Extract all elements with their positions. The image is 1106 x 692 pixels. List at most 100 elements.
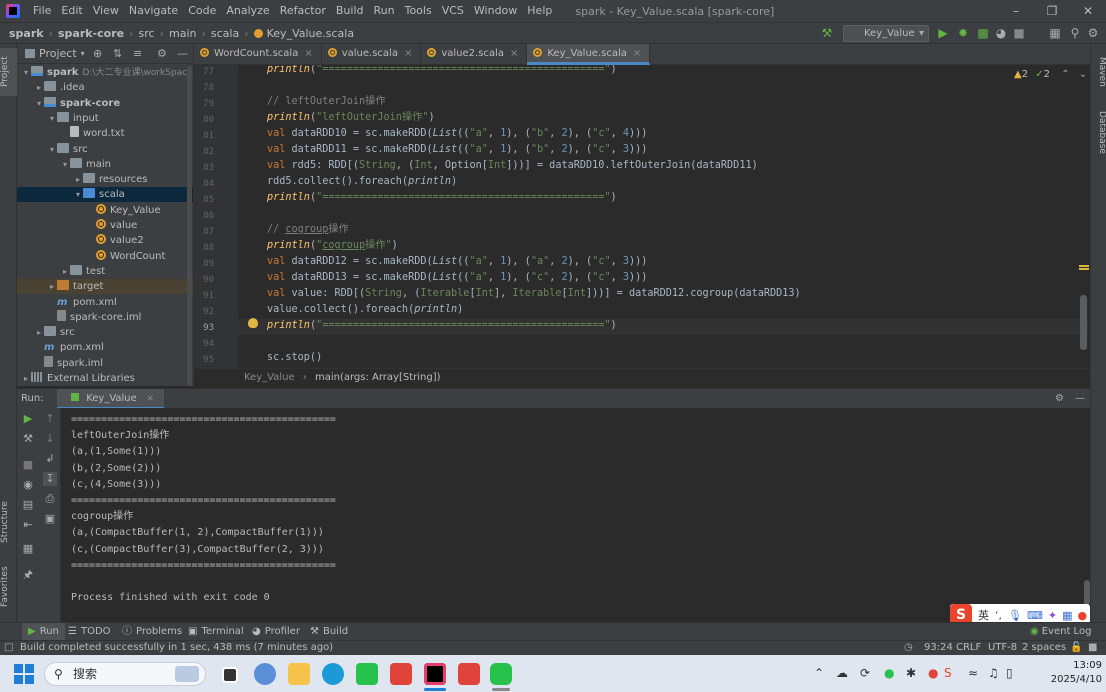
wifi-icon[interactable]: ≈: [968, 666, 978, 680]
soft-wrap-icon[interactable]: ↲: [43, 452, 57, 466]
tree-item[interactable]: ▸ External Libraries: [17, 371, 193, 386]
hide-panel-icon[interactable]: —: [1075, 389, 1085, 409]
tool-tab-todo[interactable]: ☰ TODO: [68, 623, 111, 641]
more-icon[interactable]: ●: [1077, 609, 1087, 622]
menu-analyze[interactable]: Analyze: [221, 0, 274, 22]
tree-item[interactable]: ▸ resources: [17, 172, 193, 187]
wechat-work-icon[interactable]: [356, 663, 378, 685]
menu-edit[interactable]: Edit: [56, 0, 87, 22]
menu-vcs[interactable]: VCS: [437, 0, 469, 22]
breadcrumb-object[interactable]: Key_Value: [244, 372, 295, 383]
chevron-right-icon[interactable]: ▸: [34, 80, 44, 95]
tree-item[interactable]: Key_Value: [17, 203, 193, 218]
wps-tray-icon[interactable]: ●: [928, 666, 938, 680]
chevron-down-icon[interactable]: ▾: [34, 96, 44, 111]
minimize-icon[interactable]: –: [998, 0, 1034, 22]
menu-help[interactable]: Help: [522, 0, 557, 22]
tree-item[interactable]: m pom.xml: [17, 340, 193, 355]
tree-item[interactable]: ▸ test: [17, 264, 193, 279]
menu-tools[interactable]: Tools: [400, 0, 437, 22]
editor-tab-key-value[interactable]: Key_Value.scala ×: [527, 44, 651, 65]
exit-icon[interactable]: ⇤: [21, 518, 35, 532]
breadcrumb-src[interactable]: src: [136, 27, 158, 40]
breadcrumb-scala[interactable]: scala: [208, 27, 242, 40]
run-icon[interactable]: ▶: [936, 26, 950, 40]
run-tab-key-value[interactable]: Key_Value ×: [57, 389, 165, 409]
pin-icon[interactable]: 🖈: [21, 568, 35, 582]
next-highlight-icon[interactable]: ⌄: [1079, 69, 1087, 80]
close-tab-icon[interactable]: ×: [404, 48, 412, 59]
status-message[interactable]: Build completed successfully in 1 sec, 4…: [20, 641, 333, 655]
coverage-icon[interactable]: ▩: [976, 26, 990, 40]
run-configuration-select[interactable]: Key_Value ▾: [843, 25, 929, 42]
indent-setting[interactable]: 2 spaces: [1022, 641, 1066, 655]
breadcrumb-project[interactable]: spark: [6, 27, 47, 40]
battery-icon[interactable]: ▯: [1006, 666, 1013, 680]
menu-run[interactable]: Run: [369, 0, 400, 22]
tool-tab-run[interactable]: ▶ Run: [22, 623, 65, 641]
layout-icon[interactable]: ▦: [21, 542, 35, 556]
tree-item[interactable]: ▸ src: [17, 325, 193, 340]
up-arrow-icon[interactable]: ↑: [43, 412, 57, 426]
file-encoding[interactable]: UTF-8: [988, 641, 1017, 655]
lightbulb-icon[interactable]: [248, 318, 258, 328]
tree-item[interactable]: ▾ spark-core: [17, 96, 193, 111]
settings-app-icon[interactable]: [254, 663, 276, 685]
keyboard-icon[interactable]: ⌨: [1027, 609, 1043, 622]
lock-icon[interactable]: 🔓: [1070, 641, 1082, 655]
tray-overflow-icon[interactable]: ⌃: [814, 666, 824, 680]
tool-tab-profiler[interactable]: ◕ Profiler: [252, 623, 300, 641]
taskbar-clock[interactable]: 13:09 2025/4/10: [1028, 659, 1102, 687]
editor-tab-wordcount[interactable]: WordCount.scala ×: [194, 44, 322, 65]
breadcrumb-file[interactable]: Key_Value.scala: [251, 27, 357, 40]
ime-tray-icon[interactable]: S: [944, 666, 952, 680]
editor-tab-value2[interactable]: value2.scala ×: [421, 44, 528, 65]
down-arrow-icon[interactable]: ↓: [43, 432, 57, 446]
intellij-idea-icon[interactable]: [424, 663, 446, 685]
tool-tab-project[interactable]: Project: [0, 48, 17, 96]
wps-office-icon[interactable]: [390, 663, 412, 685]
previous-highlight-icon[interactable]: ⌃: [1061, 69, 1069, 80]
menu-build[interactable]: Build: [331, 0, 369, 22]
menu-navigate[interactable]: Navigate: [124, 0, 183, 22]
volume-icon[interactable]: ♫: [988, 666, 999, 680]
tool-tab-terminal[interactable]: ▣ Terminal: [188, 623, 244, 641]
menu-refactor[interactable]: Refactor: [275, 0, 331, 22]
tool-tab-maven[interactable]: Maven: [1091, 52, 1106, 92]
taskbar-search[interactable]: ⚲ 搜索: [44, 662, 206, 686]
inspection-widget[interactable]: ▲2 ✓2 ⌃ ⌄: [1014, 69, 1087, 80]
chevron-right-icon[interactable]: ▸: [60, 264, 70, 279]
print-icon[interactable]: ⎙: [43, 492, 57, 506]
toolbox-icon[interactable]: ▦: [1062, 609, 1072, 622]
tool-tab-favorites[interactable]: Favorites: [0, 562, 17, 612]
editor-tab-value[interactable]: value.scala ×: [322, 44, 422, 65]
line-separator[interactable]: CRLF: [956, 641, 981, 655]
tree-item[interactable]: ▾ src: [17, 142, 193, 157]
camera-icon[interactable]: ◉: [21, 478, 35, 492]
wps-writer-icon[interactable]: [458, 663, 480, 685]
chevron-down-icon[interactable]: ▾: [47, 111, 57, 126]
microphone-icon[interactable]: 🎙: [1008, 609, 1022, 622]
restore-icon[interactable]: ❐: [1034, 0, 1070, 22]
chevron-down-icon[interactable]: ▾: [73, 187, 83, 202]
wrench-icon[interactable]: ⚒: [21, 432, 35, 446]
chevron-down-icon[interactable]: ▾: [60, 157, 70, 172]
tool-tab-structure[interactable]: Structure: [0, 494, 17, 550]
tool-tab-problems[interactable]: ⓘ Problems: [122, 623, 182, 641]
close-icon[interactable]: ✕: [1070, 0, 1106, 22]
tree-item[interactable]: value2: [17, 233, 193, 248]
close-tab-icon[interactable]: ×: [633, 48, 641, 59]
chevron-right-icon[interactable]: ▸: [21, 371, 31, 386]
expand-all-icon[interactable]: ⇅: [113, 47, 122, 60]
scroll-to-end-icon[interactable]: ↧: [43, 472, 57, 486]
bluetooth-icon[interactable]: ✱: [906, 666, 916, 680]
tree-item[interactable]: ▸ .idea: [17, 80, 193, 95]
project-view-select[interactable]: Project: [39, 47, 77, 60]
tree-item[interactable]: ▾ input: [17, 111, 193, 126]
warning-stripe-marker[interactable]: [1079, 265, 1089, 267]
tree-item[interactable]: ▾ main: [17, 157, 193, 172]
debug-icon[interactable]: ✹: [956, 26, 970, 40]
status-toggle-icon[interactable]: □: [4, 641, 13, 655]
settings-icon[interactable]: ⚙: [1086, 26, 1100, 40]
menu-window[interactable]: Window: [469, 0, 522, 22]
